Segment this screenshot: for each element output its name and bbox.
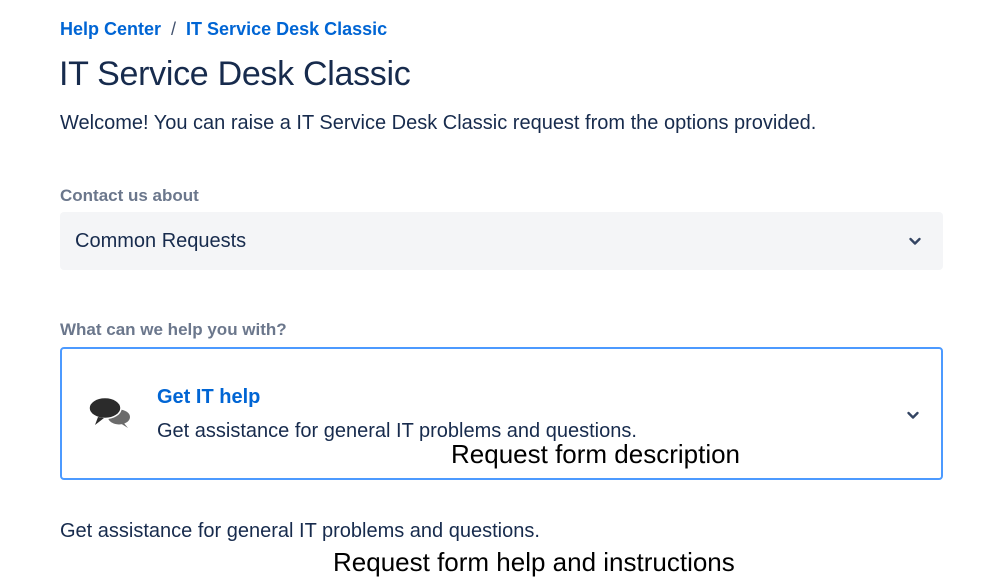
contact-us-selected-value: Common Requests [75,230,247,252]
contact-us-select[interactable]: Common Requests [60,212,943,270]
request-type-title: Get IT help [157,386,261,408]
breadcrumb-help-center-link[interactable]: Help Center [60,19,161,39]
chevron-down-icon [907,411,919,419]
speech-bubbles-icon [88,396,130,428]
breadcrumb-service-desk-link[interactable]: IT Service Desk Classic [186,19,387,39]
annotation-request-form-description: Request form description [451,439,741,469]
request-form-help-text: Get assistance for general IT problems a… [60,520,540,542]
contact-us-label: Contact us about [60,186,199,205]
page-title: IT Service Desk Classic [59,55,411,93]
help-with-label: What can we help you with? [60,320,287,339]
chevron-down-icon [909,237,921,245]
breadcrumb-separator: / [171,19,177,39]
annotation-request-form-help: Request form help and instructions [333,547,735,577]
breadcrumb: Help Center / IT Service Desk Classic [60,19,387,40]
welcome-text: Welcome! You can raise a IT Service Desk… [60,112,817,134]
